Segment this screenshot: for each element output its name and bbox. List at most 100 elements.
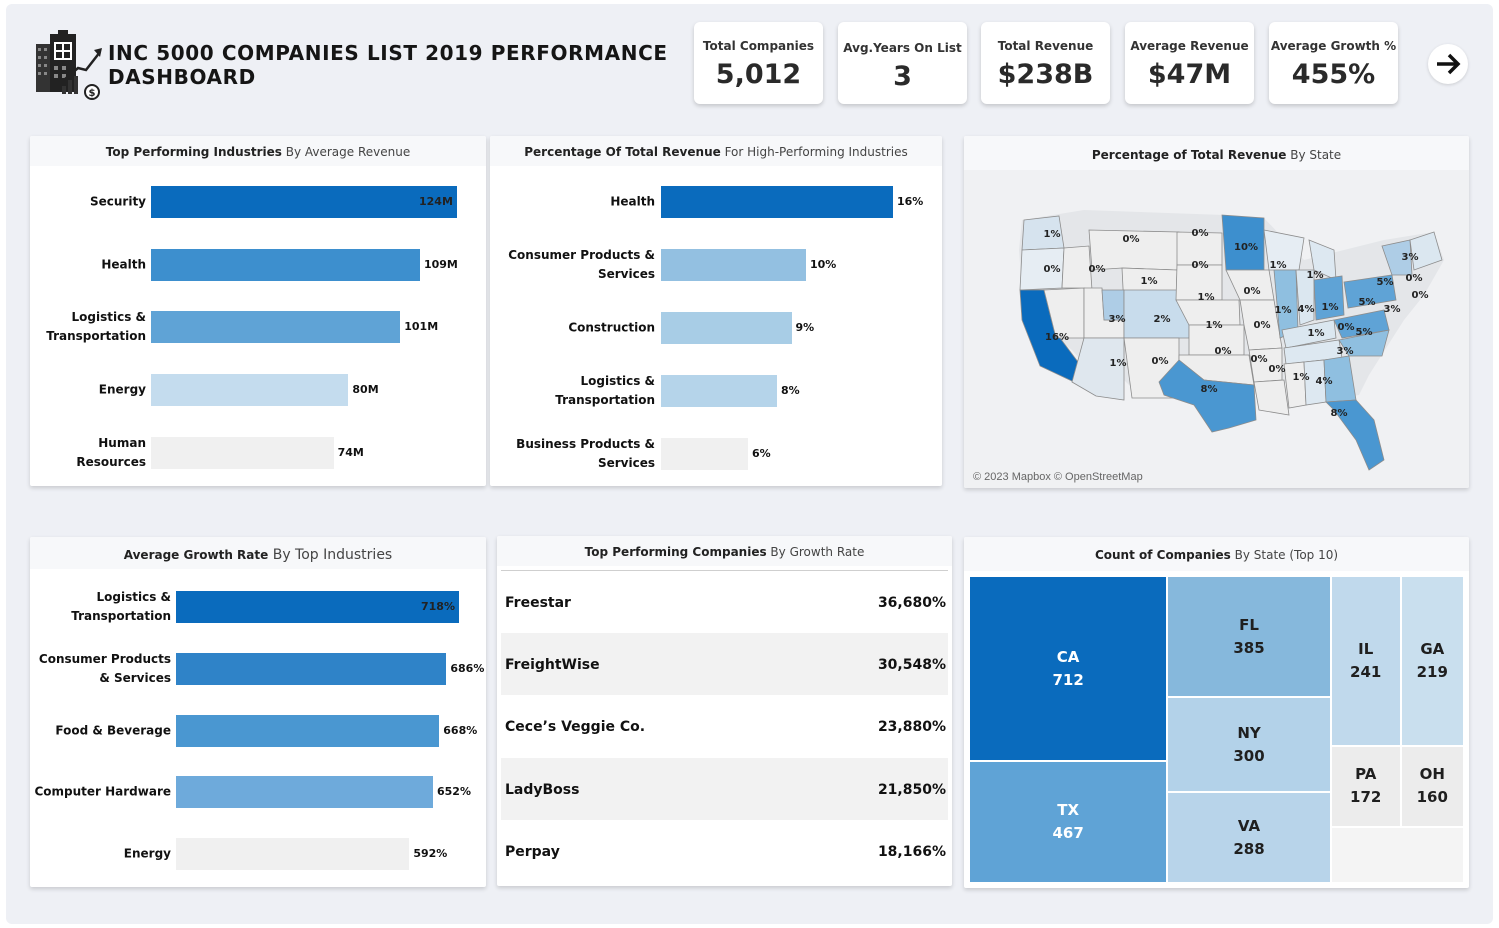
state-code: PA [1355, 765, 1377, 784]
bar[interactable] [661, 249, 806, 281]
company-name: Perpay [505, 844, 560, 860]
company-name: Cece’s Veggie Co. [505, 719, 646, 735]
bar[interactable] [176, 591, 459, 623]
state-oh [1313, 275, 1345, 321]
state-percentage-label: 0% [1254, 320, 1271, 331]
treemap-cell-label: OH 160 [1402, 763, 1463, 809]
table-row[interactable]: Perpay 18,166% [501, 820, 948, 882]
bar-category-label: Business Products & Services [516, 437, 655, 470]
bar-row: Construction 9% [490, 312, 942, 344]
kpi-value: 5,012 [715, 59, 802, 90]
bar[interactable] [661, 312, 792, 344]
bar[interactable] [176, 838, 410, 871]
state-percentage-label: 5% [1356, 327, 1373, 338]
company-count: 385 [1233, 638, 1265, 657]
state-percentage-label: 0% [1192, 228, 1209, 239]
bar-row: Computer Hardware 652% [30, 776, 486, 809]
table-row[interactable]: FreightWise 30,548% [501, 633, 948, 695]
bar-row: Logistics & Transportation 101M [30, 310, 486, 344]
bar-value-label: 718% [421, 600, 455, 613]
treemap-cell-il[interactable]: IL 241 [1330, 576, 1401, 746]
kpi-value: $238B [997, 59, 1094, 90]
bar-value-label: 16% [897, 195, 924, 208]
treemap-cell-ny[interactable]: NY 300 [1167, 697, 1331, 793]
bar[interactable] [151, 374, 349, 407]
bar[interactable] [176, 714, 440, 747]
bar-row: Logistics & Transportation 8% [490, 374, 942, 407]
treemap-cell-oh[interactable]: OH 160 [1400, 745, 1464, 827]
company-name: LadyBoss [505, 782, 580, 798]
treemap-cell-tx[interactable]: TX 467 [969, 761, 1168, 883]
kpi-average-growth: Average Growth % 455% [1269, 22, 1398, 104]
map-credit: © 2023 Mapbox © OpenStreetMap [973, 471, 1143, 483]
bar[interactable] [151, 186, 457, 218]
industries-revenue-panel: Top Performing Industries By Average Rev… [30, 136, 486, 486]
state-code: CA [1056, 647, 1080, 666]
bar-value-label: 109M [423, 257, 458, 271]
bar-value-label: 80M [352, 383, 379, 397]
bar[interactable] [661, 186, 893, 218]
table-row[interactable]: LadyBoss 21,850% [501, 758, 948, 820]
bar[interactable] [176, 652, 447, 685]
treemap-cell-label: PA 172 [1332, 763, 1400, 809]
us-state-map[interactable]: 1% 0%0%10%1%0% 0% 0%1%1%0%1%0%3% 2%1%1% 4% 1% 5… [964, 170, 1469, 488]
panel-title: Count of Companies By State (Top 10) [964, 537, 1469, 571]
state-percentage-label: 3% [1109, 314, 1126, 325]
treemap-cell-label: VA 288 [1168, 815, 1330, 861]
bar[interactable] [176, 776, 433, 809]
bar[interactable] [661, 375, 777, 407]
kpi-label: Average Revenue [1130, 39, 1249, 53]
kpi-total-revenue: Total Revenue $238B [981, 22, 1110, 104]
arrow-right-icon [1437, 53, 1461, 75]
state-percentage-label: 1% [1308, 328, 1325, 339]
state-percentage-label: 0% [1251, 354, 1268, 365]
state-code: IL [1358, 639, 1374, 658]
bar[interactable] [661, 438, 748, 470]
bar-row: Consumer Products & Services 10% [490, 248, 942, 281]
state-percentage-label: 0% [1044, 264, 1061, 275]
state-percentage-label: 4% [1316, 376, 1333, 387]
state-percentage-label: 16% [1045, 332, 1069, 343]
treemap-cell-fl[interactable]: FL 385 [1167, 576, 1331, 698]
bar-row: Energy 592% [30, 838, 486, 871]
state-percentage-label: 1% [1141, 276, 1158, 287]
table-row[interactable]: Freestar 36,680% [501, 571, 948, 633]
growth-rate-panel: Average Growth Rate By Top Industries Lo… [30, 537, 486, 887]
table-row[interactable]: Cece’s Veggie Co. 23,880% [501, 695, 948, 757]
bar-category-label: Logistics & Transportation [555, 374, 655, 407]
bar-category-label: Health [101, 257, 146, 272]
next-page-button[interactable] [1428, 44, 1468, 84]
state-percentage-label: 1% [1110, 358, 1127, 369]
treemap-cell-va[interactable]: VA 288 [1167, 792, 1331, 883]
panel-title: Top Performing Companies By Growth Rate [497, 536, 952, 566]
bar-category-label: Security [89, 194, 146, 209]
bar-category-label: Consumer Products & Services [38, 651, 171, 685]
state-code: GA [1420, 639, 1445, 658]
state-code: OH [1419, 765, 1445, 784]
bar[interactable] [151, 311, 401, 344]
company-count: 172 [1350, 788, 1382, 807]
treemap-cell-ga[interactable]: GA 219 [1400, 576, 1464, 746]
bar[interactable] [151, 436, 334, 469]
treemap-cell-ca[interactable]: CA 712 [969, 576, 1168, 762]
panel-title: Percentage of Total Revenue By State [964, 136, 1469, 170]
svg-text:$: $ [89, 88, 96, 99]
state-percentage-label: 0% [1192, 260, 1209, 271]
state-percentage-label: 4% [1298, 304, 1315, 315]
state-percentage-label: 8% [1331, 408, 1348, 419]
bar[interactable] [151, 248, 420, 281]
panel-title: Percentage Of Total Revenue For High-Per… [490, 136, 942, 166]
bar-value-label: 686% [450, 661, 485, 675]
state-count-panel: Count of Companies By State (Top 10) CA 7… [964, 537, 1469, 888]
top-companies-panel: Top Performing Companies By Growth Rate … [497, 536, 952, 886]
treemap-cell-pa[interactable]: PA 172 [1330, 745, 1401, 827]
bar-row: Health 109M [30, 248, 486, 281]
bar-category-label: Computer Hardware [34, 784, 171, 799]
bar-category-label: Logistics & Transportation [71, 590, 171, 623]
state-percentage-label: 3% [1337, 346, 1354, 357]
growth-rate: 18,166% [877, 844, 946, 860]
kpi-value: $47M [1147, 59, 1232, 90]
kpi-total-companies: Total Companies 5,012 [694, 22, 823, 104]
kpi-value: 3 [893, 61, 912, 92]
growth-rate: 23,880% [877, 719, 946, 735]
